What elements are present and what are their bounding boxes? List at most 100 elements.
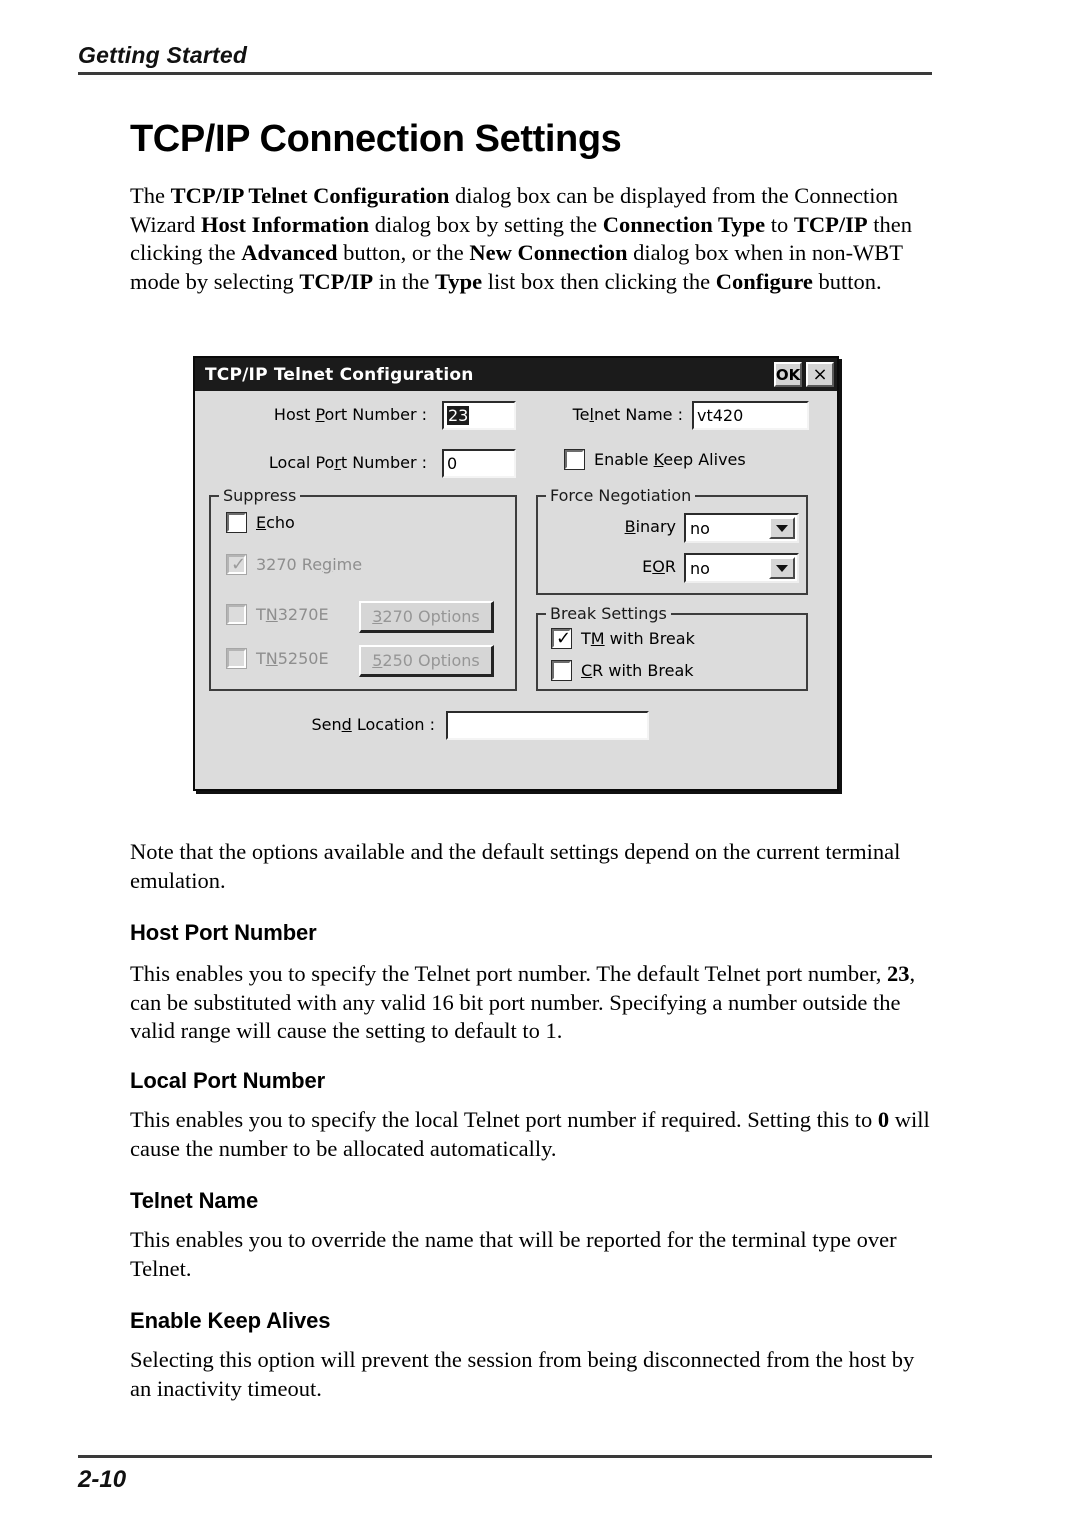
section-heading-telnet-name: Telnet Name bbox=[130, 1188, 259, 1213]
dialog-title: TCP/IP Telnet Configuration bbox=[205, 364, 474, 385]
dialog-body: Host Port Number : 23 Telnet Name : vt42… bbox=[195, 391, 837, 789]
check-icon: ✓ bbox=[231, 554, 247, 575]
local-port-label-pre: Local Po bbox=[268, 453, 335, 472]
telnet-name-label-post: net Name : bbox=[593, 405, 683, 424]
local-port-number-label: Local Port Number : bbox=[257, 453, 427, 472]
echo-label-key: E bbox=[256, 513, 267, 532]
s3-p1: Selecting this option will prevent the s… bbox=[130, 1347, 915, 1401]
section-heading-local-port-number: Local Port Number bbox=[130, 1068, 326, 1093]
close-icon[interactable]: × bbox=[806, 362, 834, 387]
send-location-label-key: d bbox=[341, 715, 352, 734]
3270-options-button[interactable]: 3 270 Options bbox=[359, 601, 494, 633]
force-negotiation-group-title: Force Negotiation bbox=[546, 486, 696, 505]
local-port-label-post: t Number : bbox=[340, 453, 427, 472]
tn5250e-label-key: N bbox=[265, 649, 278, 668]
binary-select[interactable]: no bbox=[684, 513, 799, 543]
telnet-name-label: Telnet Name : bbox=[541, 405, 683, 424]
echo-label: Echo bbox=[256, 513, 295, 532]
eor-label: EOR bbox=[548, 557, 676, 576]
ok-button[interactable]: OK bbox=[774, 362, 802, 387]
break-settings-group: Break Settings ✓ TM with Break CR with B… bbox=[536, 604, 808, 691]
section-body-telnet-name: This enables you to override the name th… bbox=[130, 1226, 934, 1283]
s0-bold: 23 bbox=[887, 961, 910, 986]
note-paragraph: Note that the options available and the … bbox=[130, 839, 901, 893]
enable-keep-alives-checkbox[interactable] bbox=[564, 449, 585, 470]
tn3270e-checkbox[interactable] bbox=[226, 604, 247, 625]
section-body-local-port-number: This enables you to specify the local Te… bbox=[130, 1106, 934, 1163]
host-port-number-label: Host Port Number : bbox=[257, 405, 427, 424]
intro-b1: TCP/IP Telnet Configuration bbox=[170, 183, 450, 208]
regime-label-pre: 3270 Re bbox=[256, 555, 323, 574]
tcpip-telnet-configuration-dialog: TCP/IP Telnet Configuration OK × Host Po… bbox=[193, 356, 839, 791]
section-body-enable-keep-alives: Selecting this option will prevent the s… bbox=[130, 1346, 934, 1403]
intro-b2: Host Information bbox=[200, 211, 370, 237]
tm-label-key: M bbox=[590, 629, 605, 648]
eor-label-post: R bbox=[664, 557, 676, 576]
telnet-name-input[interactable]: vt420 bbox=[692, 401, 809, 430]
tm-with-break-row[interactable]: ✓ TM with Break bbox=[551, 628, 695, 649]
tn3270e-label-key: N bbox=[265, 605, 278, 624]
intro-t3: dialog box by setting the bbox=[369, 211, 603, 237]
tm-with-break-checkbox[interactable]: ✓ bbox=[551, 628, 572, 649]
footer-rule bbox=[78, 1455, 932, 1458]
send-location-label-post: Location : bbox=[351, 715, 435, 734]
intro-b7: TCP/IP bbox=[299, 268, 374, 294]
dialog-titlebar: TCP/IP Telnet Configuration OK × bbox=[195, 358, 837, 391]
eor-select[interactable]: no bbox=[684, 553, 799, 583]
cr-label-key: C bbox=[581, 661, 593, 680]
intro-b8: Type bbox=[434, 268, 483, 294]
section-heading-enable-keep-alives: Enable Keep Alives bbox=[130, 1308, 331, 1333]
eka-label-post: eep Alives bbox=[663, 450, 746, 469]
cr-with-break-checkbox[interactable] bbox=[551, 660, 572, 681]
eka-label-key: K bbox=[653, 450, 664, 469]
intro-b3: Connection Type bbox=[602, 211, 766, 237]
opt5250-key: 5 bbox=[372, 651, 383, 670]
eor-label-pre: E bbox=[642, 557, 653, 576]
cr-label-post: R with Break bbox=[592, 661, 694, 680]
send-location-label-pre: Sen bbox=[311, 715, 342, 734]
enable-keep-alives-label: Enable Keep Alives bbox=[594, 450, 746, 469]
suppress-tn5250e-row[interactable]: TN5250E bbox=[226, 648, 329, 669]
suppress-echo-row[interactable]: Echo bbox=[226, 512, 295, 533]
local-port-number-value: 0 bbox=[447, 454, 458, 473]
intro-t4: to bbox=[765, 211, 794, 237]
telnet-name-label-pre: Te bbox=[572, 405, 590, 424]
host-port-number-value: 23 bbox=[447, 406, 470, 425]
enable-keep-alives-row[interactable]: Enable Keep Alives bbox=[564, 449, 746, 470]
opt3270-post: 270 Options bbox=[382, 607, 480, 626]
telnet-name-value: vt420 bbox=[697, 406, 744, 425]
regime-3270-checkbox[interactable]: ✓ bbox=[226, 554, 247, 575]
echo-checkbox[interactable] bbox=[226, 512, 247, 533]
cr-with-break-row[interactable]: CR with Break bbox=[551, 660, 694, 681]
tm-with-break-label: TM with Break bbox=[581, 629, 695, 648]
tm-label-pre: T bbox=[581, 629, 591, 648]
eor-value: no bbox=[690, 558, 710, 578]
suppress-3270-regime-row[interactable]: ✓ 3270 Regime bbox=[226, 554, 362, 575]
suppress-tn3270e-row[interactable]: TN3270E bbox=[226, 604, 329, 625]
intro-b5: Advanced bbox=[241, 240, 338, 265]
s1-p1: This enables you to specify the local Te… bbox=[130, 1107, 878, 1132]
cr-with-break-label: CR with Break bbox=[581, 661, 694, 680]
s2-p1: This enables you to override the name th… bbox=[130, 1227, 897, 1281]
tn5250e-checkbox[interactable] bbox=[226, 648, 247, 669]
section-body-host-port-number: This enables you to specify the Telnet p… bbox=[130, 960, 934, 1046]
send-location-input[interactable] bbox=[446, 711, 649, 740]
intro-t1: The bbox=[130, 183, 171, 208]
local-port-label-key: r bbox=[334, 453, 341, 472]
host-port-number-input[interactable]: 23 bbox=[442, 401, 516, 430]
force-negotiation-group: Force Negotiation Binary no EOR no bbox=[536, 486, 808, 595]
tn5250e-label-pre: T bbox=[256, 649, 266, 668]
local-port-number-input[interactable]: 0 bbox=[442, 449, 516, 478]
chevron-down-icon[interactable] bbox=[769, 557, 795, 579]
suppress-group-title: Suppress bbox=[219, 486, 301, 505]
opt5250-post: 250 Options bbox=[382, 651, 480, 670]
intro-b4: TCP/IP bbox=[793, 211, 868, 237]
5250-options-button[interactable]: 5 250 Options bbox=[359, 645, 494, 677]
intro-b6: New Connection bbox=[469, 240, 628, 265]
tm-label-post: with Break bbox=[604, 629, 695, 648]
header-rule bbox=[78, 72, 932, 75]
opt3270-key: 3 bbox=[372, 607, 383, 626]
chevron-down-icon[interactable] bbox=[769, 517, 795, 539]
tn3270e-label-post: 3270E bbox=[277, 605, 329, 624]
intro-t6: button, or the bbox=[337, 240, 470, 265]
